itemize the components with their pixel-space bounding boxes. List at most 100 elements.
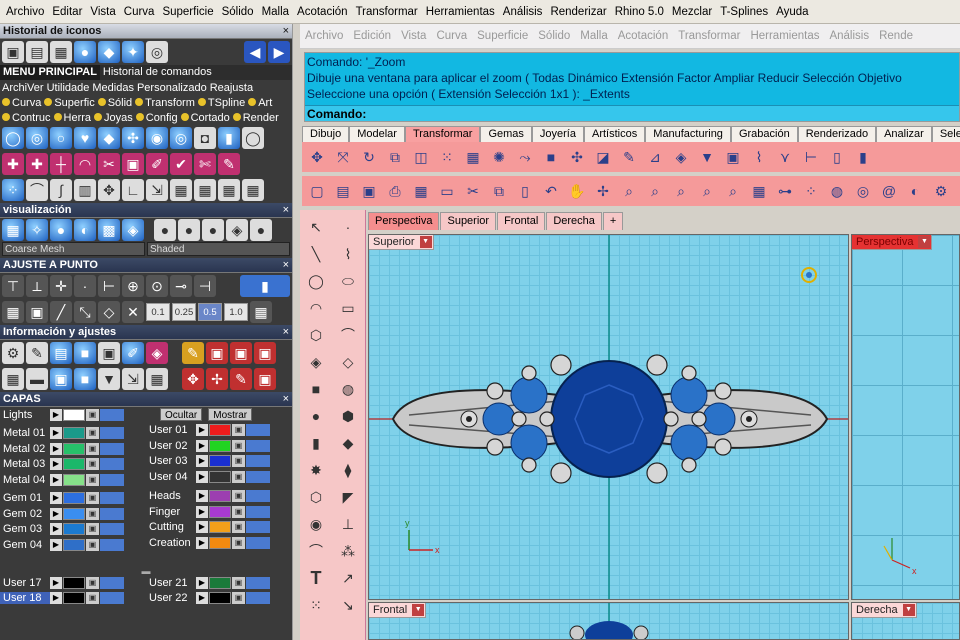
ellipse-icon[interactable]: ⬭ [336, 269, 360, 293]
cube-snap-icon[interactable]: ▣ [26, 301, 48, 323]
boolean-icon[interactable]: ◉ [304, 512, 328, 536]
quad-snap-icon[interactable]: ⊣ [194, 275, 216, 297]
shortcut-item[interactable]: Config [135, 112, 178, 124]
cylinder-icon[interactable]: ▮ [304, 431, 328, 455]
tool2-icon[interactable]: ✥ [182, 368, 204, 390]
layer-color-swatch[interactable] [209, 470, 231, 483]
shortcut-item[interactable]: Reajusta [210, 82, 253, 94]
shortcut-item[interactable]: Sólid [97, 97, 132, 109]
layer-expand-icon[interactable]: ▶ [196, 536, 208, 549]
layers-icon[interactable]: ▤ [50, 342, 72, 364]
lock-icon[interactable]: ▣ [86, 576, 99, 589]
bezel-icon[interactable]: ◉ [146, 127, 168, 149]
lock-icon[interactable]: ▣ [232, 439, 245, 452]
layer-row[interactable]: Metal 02 ▶ ▣ [0, 441, 140, 457]
layer-expand-icon[interactable]: ▶ [196, 424, 208, 437]
save-as-icon[interactable]: ▦ [410, 180, 432, 202]
text-icon[interactable]: T [304, 566, 328, 590]
layer-expand-icon[interactable]: ▶ [50, 427, 62, 440]
lock-icon[interactable]: ▣ [232, 455, 245, 468]
layer-visibility-icon[interactable] [100, 523, 124, 536]
torus-icon[interactable]: ◎ [26, 127, 48, 149]
menu-item[interactable]: Rhino 5.0 [611, 6, 668, 18]
toolbar-tab[interactable]: Manufacturing [645, 126, 731, 142]
toolbar-tab[interactable]: Modelar [349, 126, 405, 142]
line-icon[interactable]: ┼ [50, 153, 72, 175]
layer-row[interactable]: Gem 01 ▶ ▣ [0, 491, 140, 507]
frame-icon[interactable]: ▬ [26, 368, 48, 390]
layer-visibility-icon[interactable] [246, 576, 270, 589]
toolbar-tab[interactable]: Gemas [480, 126, 532, 142]
shortcut-item[interactable]: Art [248, 97, 272, 109]
shaded-icon[interactable]: ✧ [26, 219, 48, 241]
layer-expand-icon[interactable]: ▶ [196, 592, 208, 605]
cube2-icon[interactable]: ■ [74, 368, 96, 390]
move-icon[interactable]: ✥ [306, 146, 328, 168]
brush-icon[interactable]: ✐ [146, 153, 168, 175]
layer-visibility-icon[interactable] [246, 536, 270, 549]
layer-color-swatch[interactable] [209, 576, 231, 589]
circle-icon[interactable]: ◯ [2, 127, 24, 149]
lock-icon[interactable]: ▣ [86, 538, 99, 551]
angle-icon[interactable]: ∟ [122, 179, 144, 201]
array-icon[interactable]: ⁙ [304, 593, 328, 617]
tool-icon[interactable]: ✎ [26, 342, 48, 364]
viewport-menu-icon[interactable]: ▼ [412, 604, 425, 616]
shortcut-item[interactable]: TSpline [197, 97, 245, 109]
layer-visibility-icon[interactable] [246, 505, 270, 518]
scissors-icon[interactable]: ✂ [98, 153, 120, 175]
undo-icon[interactable]: ↶ [540, 180, 562, 202]
zoom-selected-icon[interactable]: ⌕ [696, 180, 718, 202]
arc-icon[interactable]: ◠ [304, 296, 328, 320]
viewport-perspectiva[interactable]: x Perspectiva ▼ [851, 234, 960, 600]
box-icon[interactable]: ▣ [122, 153, 144, 175]
mid-snap-icon[interactable]: · [74, 275, 96, 297]
torus2-icon[interactable]: ◎ [170, 127, 192, 149]
menu-item[interactable]: Archivo [2, 6, 48, 18]
layer-row[interactable]: Metal 01 ▶ ▣ [0, 426, 140, 442]
tab-historial-comandos[interactable]: Historial de comandos [100, 65, 215, 80]
transform-icon[interactable]: ⬡ [304, 485, 328, 509]
bend-icon[interactable]: ◪ [592, 146, 614, 168]
layer-color-swatch[interactable] [63, 507, 85, 520]
gem-settings-icon[interactable]: ◈ [146, 342, 168, 364]
perp-snap-icon[interactable]: ⊙ [146, 275, 168, 297]
lock-icon[interactable]: ▣ [86, 473, 99, 486]
grid4-icon[interactable]: ▦ [242, 179, 264, 201]
align-icon[interactable]: ⊿ [644, 146, 666, 168]
viewport-tab[interactable]: Derecha [546, 212, 602, 230]
menu-item[interactable]: Ayuda [772, 6, 812, 18]
menu-item[interactable]: Vista [86, 6, 119, 18]
layer-row[interactable]: User 01 ▶ ▣ [146, 423, 286, 439]
grid3-icon[interactable]: ▦ [218, 179, 240, 201]
toolbar-tab[interactable]: Dibujo [302, 126, 350, 142]
snap-value-4[interactable]: 1.0 [224, 303, 248, 321]
lock-icon[interactable]: ▣ [86, 458, 99, 471]
toolbar-tab[interactable]: Analizar [876, 126, 932, 142]
lock-icon[interactable]: ▣ [232, 490, 245, 503]
lock-icon[interactable]: ▣ [86, 492, 99, 505]
ocultar-button[interactable]: Ocultar [160, 408, 203, 422]
layer-row[interactable]: Gem 03 ▶ ▣ [0, 522, 140, 538]
layer-color-swatch[interactable] [209, 424, 231, 437]
technical-icon[interactable]: ◈ [122, 219, 144, 241]
panel-splitter[interactable] [292, 24, 300, 640]
lock-icon[interactable]: ▣ [232, 505, 245, 518]
layer-color-swatch[interactable] [63, 523, 85, 536]
layer-color-swatch[interactable] [63, 592, 85, 605]
int-snap-icon[interactable]: ⊕ [122, 275, 144, 297]
layer-color-swatch[interactable] [209, 455, 231, 468]
heart-icon[interactable]: ♥ [74, 127, 96, 149]
layer-visibility-icon[interactable] [100, 427, 124, 440]
viewport-menu-icon[interactable]: ▼ [902, 604, 915, 616]
properties-icon[interactable]: ▣ [98, 342, 120, 364]
shortcut-item[interactable]: Utilidade [47, 82, 90, 94]
lock-icon[interactable]: ▣ [232, 470, 245, 483]
smash-icon[interactable]: ▯ [826, 146, 848, 168]
cut-icon[interactable]: ✄ [194, 153, 216, 175]
lock-icon[interactable]: ▣ [232, 536, 245, 549]
shortcut-item[interactable]: Personalizado [137, 82, 207, 94]
shortcut-item[interactable]: Herra [53, 112, 91, 124]
cube-icon[interactable]: ■ [540, 146, 562, 168]
ring-icon[interactable]: ◯ [242, 127, 264, 149]
